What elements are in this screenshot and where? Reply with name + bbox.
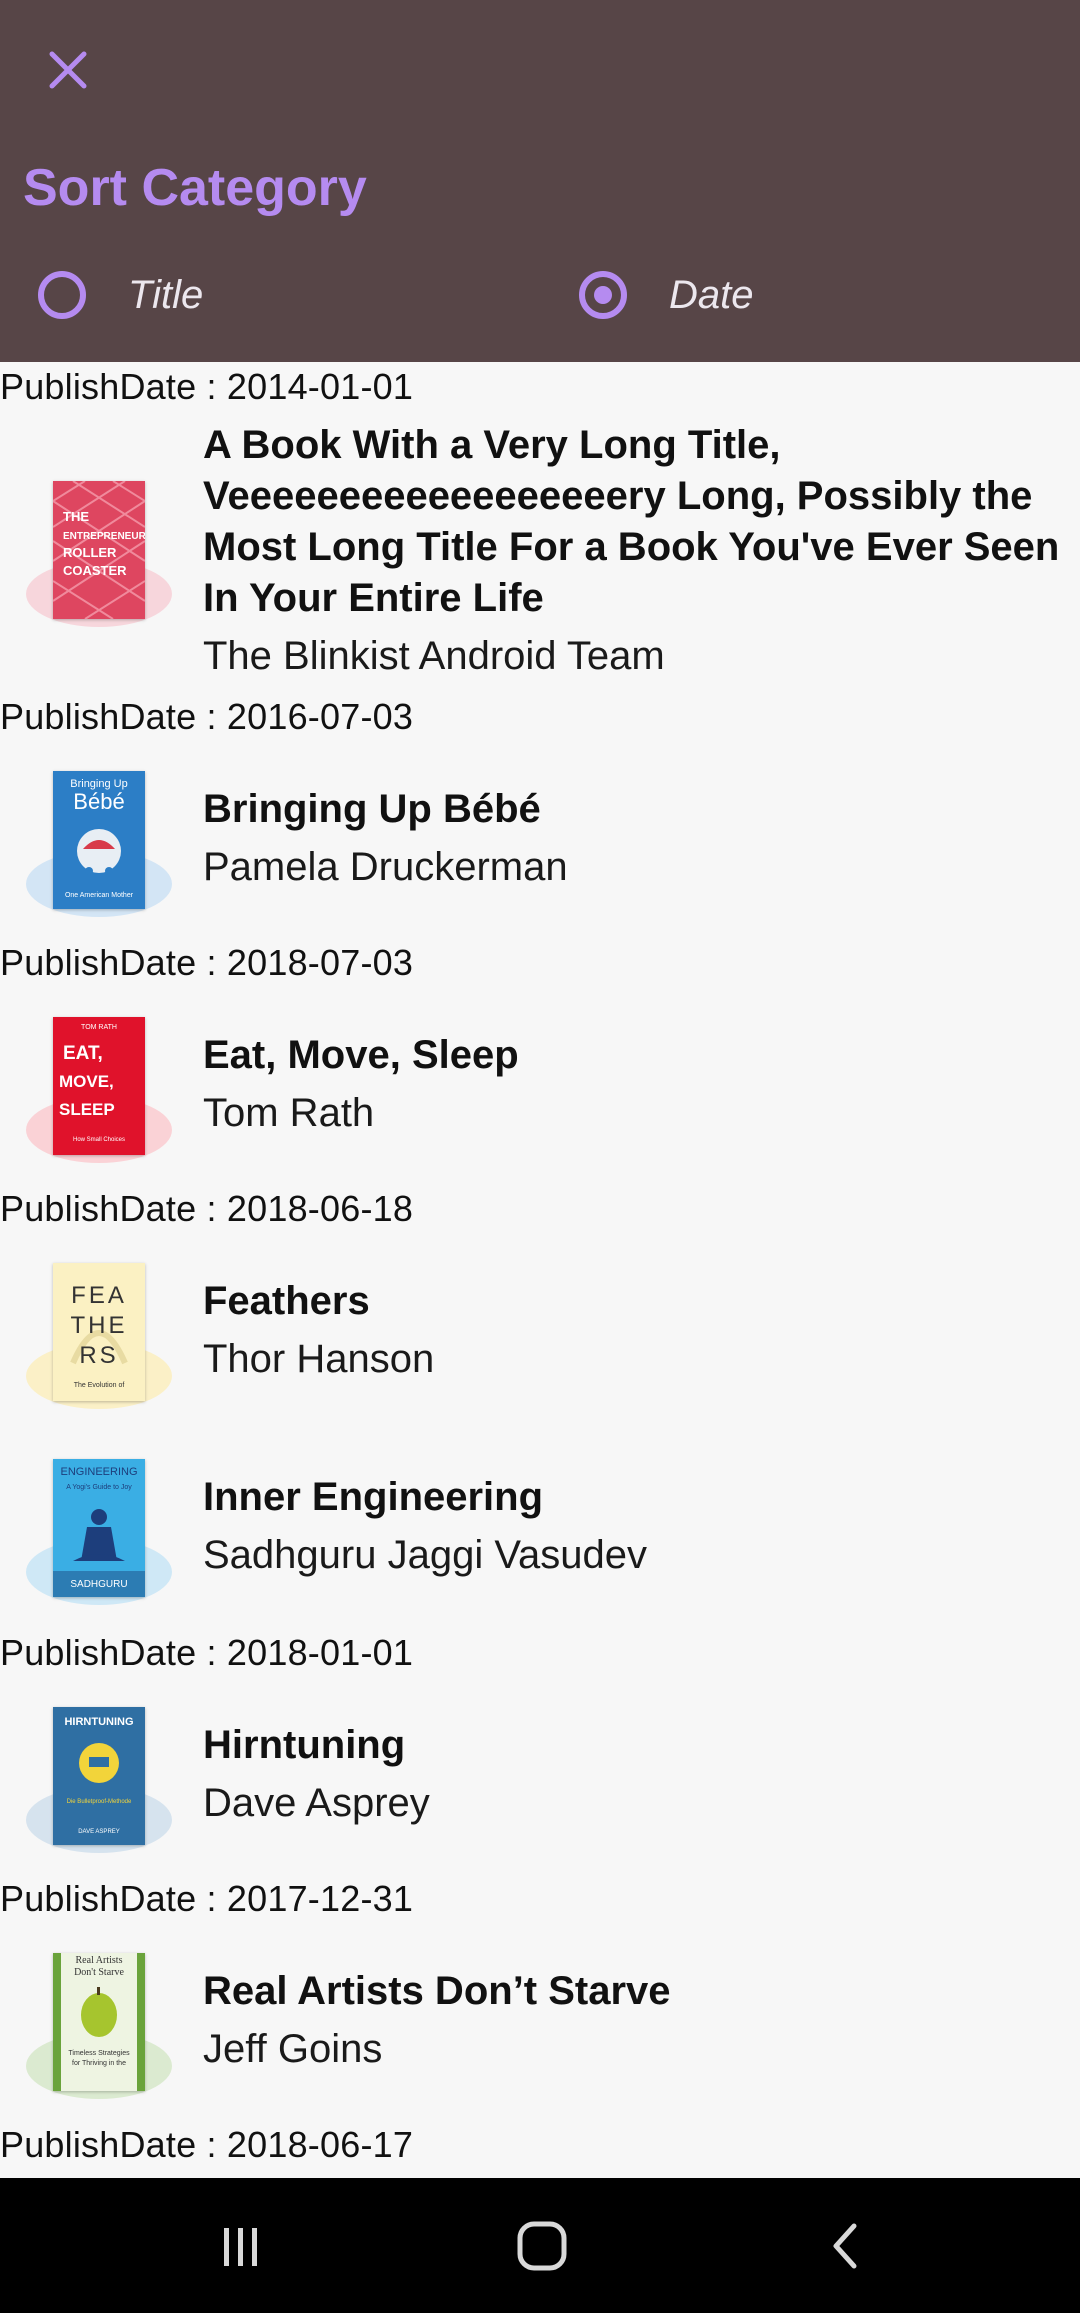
svg-text:How Small Choices: How Small Choices [73,1137,125,1143]
svg-text:THE: THE [71,1312,128,1339]
book-author: Thor Hanson [203,1337,435,1381]
svg-text:COASTER: COASTER [63,563,127,578]
book-item[interactable]: Bringing Up Bébé One American Mother Bri… [0,752,1080,952]
radio-checked-icon[interactable] [579,271,627,319]
svg-text:ENTREPRENEUR: ENTREPRENEUR [63,531,145,542]
svg-text:Don't Starve: Don't Starve [74,1967,124,1978]
svg-text:The Evolution of: The Evolution of [74,1382,125,1389]
book-item[interactable]: Real Artists Don't Starve Timeless Strat… [0,1934,1080,2130]
close-icon [49,51,87,89]
sort-option-date[interactable]: Date [579,258,754,332]
publish-date-header: PublishDate : 2018-06-18 [0,1188,414,1229]
book-cover: Real Artists Don't Starve Timeless Strat… [26,1953,172,2099]
book-author: Pamela Druckerman [203,845,568,889]
recents-button[interactable] [200,2206,280,2286]
book-author: Dave Asprey [203,1781,430,1825]
svg-text:Die Bulletproof-Methode: Die Bulletproof-Methode [67,1799,132,1805]
svg-text:FEA: FEA [71,1282,127,1309]
sort-header: Sort Category Title Date [0,0,1080,362]
recents-icon [224,2228,257,2266]
book-title: Eat, Move, Sleep [203,1033,519,1077]
home-button[interactable] [502,2206,582,2286]
book-title: Bringing Up Bébé [203,787,541,831]
home-icon [517,2221,567,2271]
book-item[interactable]: FEA THE RS The Evolution of Feathers Tho… [0,1244,1080,1440]
book-title: Real Artists Don’t Starve [203,1969,671,2013]
svg-text:HIRNTUNING: HIRNTUNING [64,1716,133,1728]
book-title: Inner Engineering [203,1475,544,1519]
svg-text:TOM RATH: TOM RATH [81,1024,117,1031]
book-list[interactable]: PublishDate : 2014-01-01 THE ENTREPRENEU… [0,362,1080,2178]
book-author: Tom Rath [203,1091,375,1135]
svg-text:Real Artists: Real Artists [76,1955,123,1966]
back-button[interactable] [806,2206,886,2286]
book-cover: THE ENTREPRENEUR ROLLER COASTER [26,481,172,627]
book-title: Hirntuning [203,1723,406,1767]
svg-text:EAT,: EAT, [63,1043,103,1064]
book-cover: Bringing Up Bébé One American Mother [26,771,172,917]
publish-date-header: PublishDate : 2014-01-01 [0,366,414,407]
book-author: Sadhguru Jaggi Vasudev [203,1533,648,1577]
book-author: Jeff Goins [203,2027,383,2071]
book-item[interactable]: THE ENTREPRENEUR ROLLER COASTER A Book W… [0,420,1080,688]
publish-date-header: PublishDate : 2017-12-31 [0,1878,414,1919]
book-item[interactable]: TOM RATH EAT, MOVE, SLEEP How Small Choi… [0,998,1080,1198]
svg-text:DAVE ASPREY: DAVE ASPREY [78,1829,120,1835]
book-cover: FEA THE RS The Evolution of [26,1263,172,1409]
svg-text:One American Mother: One American Mother [65,892,134,899]
sort-option-label: Date [669,272,754,317]
book-cover: ENGINEERING A Yogi's Guide to Joy SADHGU… [26,1459,172,1605]
svg-text:ENGINEERING: ENGINEERING [60,1466,137,1478]
system-nav-bar [0,2178,1080,2313]
publish-date-header: PublishDate : 2018-07-03 [0,942,414,983]
book-author: The Blinkist Android Team [203,634,665,678]
sort-option-title[interactable]: Title [38,258,203,332]
publish-date-header: PublishDate : 2016-07-03 [0,696,414,737]
book-cover: TOM RATH EAT, MOVE, SLEEP How Small Choi… [26,1017,172,1163]
sort-option-label: Title [128,272,204,317]
svg-text:SLEEP: SLEEP [59,1100,115,1119]
svg-text:MOVE,: MOVE, [59,1072,114,1091]
svg-text:ROLLER: ROLLER [63,545,117,560]
svg-text:THE: THE [63,509,89,524]
svg-text:A Yogi's Guide to Joy: A Yogi's Guide to Joy [66,1484,132,1491]
svg-text:SADHGURU: SADHGURU [70,1579,127,1590]
radio-unchecked-icon[interactable] [38,271,86,319]
svg-text:RS: RS [79,1342,118,1369]
close-button[interactable] [36,38,100,102]
publish-date-header: PublishDate : 2018-06-17 [0,2124,414,2165]
svg-text:for Thriving in the: for Thriving in the [72,2060,126,2067]
book-item[interactable]: ENGINEERING A Yogi's Guide to Joy SADHGU… [0,1440,1080,1636]
publish-date-header: PublishDate : 2018-01-01 [0,1632,414,1673]
back-icon [833,2223,857,2269]
sort-category-title: Sort Category [23,159,367,217]
book-title: Feathers [203,1279,370,1323]
book-title: A Book With a Very Long Title, Veeeeeeee… [203,423,1060,620]
book-cover: HIRNTUNING Die Bulletproof-Methode DAVE … [26,1707,172,1853]
book-item[interactable]: HIRNTUNING Die Bulletproof-Methode DAVE … [0,1688,1080,1884]
svg-text:Bébé: Bébé [73,789,124,814]
svg-text:Timeless Strategies: Timeless Strategies [68,2050,130,2057]
